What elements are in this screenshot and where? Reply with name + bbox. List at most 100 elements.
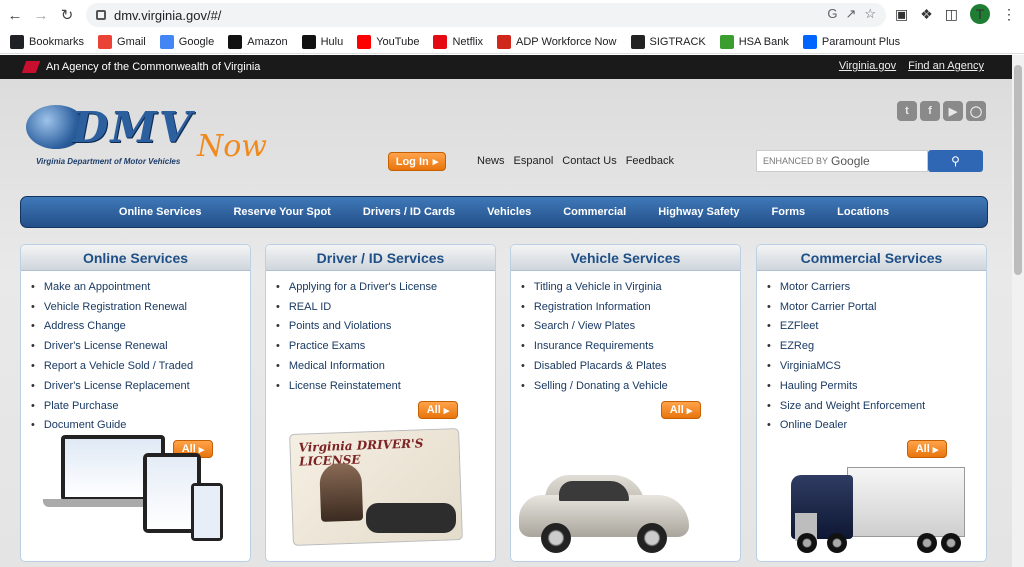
twitter-icon[interactable]: t xyxy=(897,101,917,121)
service-link[interactable]: Insurance Requirements xyxy=(521,336,740,356)
vehicle-all-button[interactable]: All ▸ xyxy=(661,401,701,419)
search-button[interactable]: ⚲ xyxy=(928,150,983,172)
service-link[interactable]: Titling a Vehicle in Virginia xyxy=(521,277,740,297)
service-link[interactable]: Online Dealer xyxy=(767,416,986,436)
espanol-link[interactable]: Espanol xyxy=(514,155,554,167)
bookmark-item[interactable]: Amazon xyxy=(228,34,288,49)
dmv-logo[interactable]: DMV Now Virginia Department of Motor Veh… xyxy=(22,99,267,179)
bookmark-item[interactable]: YouTube xyxy=(357,34,420,49)
back-arrow-icon[interactable]: ← xyxy=(4,4,26,26)
nav-item-vehicles[interactable]: Vehicles xyxy=(471,206,547,218)
reload-icon[interactable]: ↻ xyxy=(56,4,78,26)
commercial-all-button[interactable]: All ▸ xyxy=(907,440,947,458)
google-icon xyxy=(159,34,174,49)
service-link[interactable]: Applying for a Driver's License xyxy=(276,277,495,297)
browser-toolbar: ← → ↻ dmv.virginia.gov/#/ G ↗ ☆ ▣ ❖ ◫ T … xyxy=(0,0,1024,30)
bookmark-item[interactable]: Paramount Plus xyxy=(802,34,900,49)
puzzle-icon[interactable]: ❖ xyxy=(920,6,933,23)
service-link[interactable]: Motor Carrier Portal xyxy=(767,297,986,317)
bookmark-label: Amazon xyxy=(247,35,288,48)
logo-now-text: Now xyxy=(197,129,267,164)
extension-icon[interactable]: ▣ xyxy=(895,6,908,23)
service-link[interactable]: License Reinstatement xyxy=(276,376,495,396)
bookmark-item[interactable]: ADP Workforce Now xyxy=(497,34,617,49)
panel-title: Online Services xyxy=(21,245,250,271)
service-link[interactable]: EZReg xyxy=(767,336,986,356)
service-link[interactable]: Search / View Plates xyxy=(521,317,740,337)
bookmark-label: Gmail xyxy=(117,35,146,48)
bookmark-label: ADP Workforce Now xyxy=(516,35,617,48)
bookmark-star-icon[interactable]: ☆ xyxy=(864,6,876,22)
scroll-thumb[interactable] xyxy=(1014,65,1022,275)
nav-item-forms[interactable]: Forms xyxy=(756,206,822,218)
google-lens-icon[interactable]: G xyxy=(827,6,837,22)
agency-text: An Agency of the Commonwealth of Virgini… xyxy=(46,61,261,73)
bookmark-item[interactable]: SIGTRACK xyxy=(630,34,706,49)
service-link[interactable]: Registration Information xyxy=(521,297,740,317)
bookmark-item[interactable]: Netflix xyxy=(433,34,483,49)
car-keys-illustration xyxy=(366,503,456,533)
bookmark-label: YouTube xyxy=(376,35,420,48)
paramount-icon xyxy=(802,34,817,49)
bookmark-item[interactable]: Hulu xyxy=(301,34,343,49)
address-bar[interactable]: dmv.virginia.gov/#/ G ↗ ☆ xyxy=(86,3,886,27)
chevron-right-icon: ▸ xyxy=(432,156,439,168)
nav-item-locations[interactable]: Locations xyxy=(821,206,905,218)
forward-arrow-icon[interactable]: → xyxy=(30,4,52,26)
search-icon: ⚲ xyxy=(951,154,960,168)
service-link[interactable]: Make an Appointment xyxy=(31,277,250,297)
service-link[interactable]: REAL ID xyxy=(276,297,495,317)
bookmark-item[interactable]: Gmail xyxy=(98,34,146,49)
profile-avatar[interactable]: T xyxy=(970,4,990,24)
login-button[interactable]: Log In ▸ xyxy=(388,152,446,171)
instagram-icon[interactable]: ◯ xyxy=(966,101,986,121)
bookmark-item[interactable]: Google xyxy=(159,34,214,49)
menu-kebab-icon[interactable]: ⋮ xyxy=(1002,6,1016,23)
sidebar-icon[interactable]: ◫ xyxy=(945,6,958,23)
service-link[interactable]: Document Guide xyxy=(31,416,250,436)
feedback-link[interactable]: Feedback xyxy=(626,155,674,167)
service-link[interactable]: Medical Information xyxy=(276,356,495,376)
search-brand: Google xyxy=(831,154,870,168)
page-scrollbar[interactable] xyxy=(1012,55,1024,567)
service-link[interactable]: Driver's License Replacement xyxy=(31,376,250,396)
service-link[interactable]: Vehicle Registration Renewal xyxy=(31,297,250,317)
youtube-icon[interactable]: ▶ xyxy=(943,101,963,121)
service-link[interactable]: Plate Purchase xyxy=(31,396,250,416)
service-link[interactable]: Report a Vehicle Sold / Traded xyxy=(31,356,250,376)
nav-item-highway-safety[interactable]: Highway Safety xyxy=(642,206,755,218)
nav-item-reserve-your-spot[interactable]: Reserve Your Spot xyxy=(217,206,346,218)
url-text: dmv.virginia.gov/#/ xyxy=(114,7,222,23)
bookmark-item[interactable]: HSA Bank xyxy=(719,34,789,49)
service-link[interactable]: Address Change xyxy=(31,317,250,337)
hsa-bank-icon xyxy=(719,34,734,49)
logo-text: DMV xyxy=(72,103,194,152)
service-link[interactable]: EZFleet xyxy=(767,317,986,337)
service-link[interactable]: Size and Weight Enforcement xyxy=(767,396,986,416)
main-nav: Online Services Reserve Your Spot Drivers … xyxy=(20,196,988,228)
search-input[interactable]: ENHANCED BY Google xyxy=(756,150,928,172)
nav-item-online-services[interactable]: Online Services xyxy=(103,206,218,218)
service-link[interactable]: Motor Carriers xyxy=(767,277,986,297)
nav-item-drivers-id-cards[interactable]: Drivers / ID Cards xyxy=(347,206,471,218)
driver-all-button[interactable]: All ▸ xyxy=(418,401,458,419)
bookmark-item[interactable]: Bookmarks xyxy=(10,34,84,49)
service-link[interactable]: VirginiaMCS xyxy=(767,356,986,376)
service-link[interactable]: Practice Exams xyxy=(276,336,495,356)
contact-us-link[interactable]: Contact Us xyxy=(562,155,616,167)
license-title: Virginia DRIVER'S LICENSE xyxy=(298,436,424,469)
truck-trailer-illustration xyxy=(847,467,965,537)
service-link[interactable]: Hauling Permits xyxy=(767,376,986,396)
facebook-icon[interactable]: f xyxy=(920,101,940,121)
news-link[interactable]: News xyxy=(477,155,505,167)
share-icon[interactable]: ↗ xyxy=(845,6,856,22)
panel-commercial-services: Commercial Services Motor CarriersMotor … xyxy=(756,244,987,562)
nav-item-commercial[interactable]: Commercial xyxy=(547,206,642,218)
service-link[interactable]: Points and Violations xyxy=(276,317,495,337)
bookmark-label: HSA Bank xyxy=(738,35,789,48)
service-link[interactable]: Selling / Donating a Vehicle xyxy=(521,376,740,396)
find-agency-link[interactable]: Find an Agency xyxy=(908,60,984,72)
service-link[interactable]: Disabled Placards & Plates xyxy=(521,356,740,376)
service-link[interactable]: Driver's License Renewal xyxy=(31,336,250,356)
virginia-gov-link[interactable]: Virginia.gov xyxy=(839,60,896,72)
